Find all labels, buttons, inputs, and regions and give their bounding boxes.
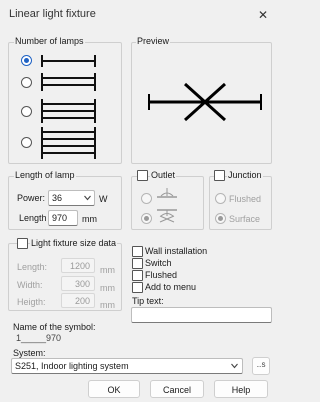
lamps-3-radio[interactable]: [21, 106, 32, 117]
wall-installation-label: Wall installation: [145, 246, 208, 256]
lamps-2-icon: [41, 73, 96, 91]
junction-surface-label: Surface: [229, 214, 261, 224]
tip-text-label: Tip text:: [132, 296, 164, 306]
size-length-unit: mm: [100, 265, 115, 275]
length-label: Length: [19, 213, 47, 223]
switch-checkbox[interactable]: [132, 258, 143, 269]
system-label: System:: [13, 348, 46, 358]
fixture-preview: [148, 82, 262, 122]
junction-group-label: Junction: [227, 170, 263, 180]
size-width-unit: mm: [100, 283, 115, 293]
size-height-input[interactable]: 200: [61, 293, 95, 308]
power-label: Power:: [17, 193, 46, 203]
power-unit: W: [99, 194, 108, 204]
power-value: 36: [52, 193, 63, 203]
junction-checkbox[interactable]: [214, 170, 225, 181]
chevron-down-icon: [84, 195, 91, 201]
lamps-1-icon: [41, 55, 96, 67]
ok-button[interactable]: OK: [88, 380, 140, 398]
system-select[interactable]: S251, Indoor lighting system: [11, 358, 243, 374]
length-input[interactable]: 970: [48, 210, 78, 226]
window-title: Linear light fixture: [9, 8, 96, 20]
size-width-label: Width:: [17, 280, 43, 290]
close-icon[interactable]: ✕: [253, 5, 273, 25]
wall-installation-checkbox[interactable]: [132, 246, 143, 257]
outlet-checkbox[interactable]: [137, 170, 148, 181]
lamps-1-radio[interactable]: [21, 55, 32, 66]
symbol-name-label: Name of the symbol:: [13, 322, 96, 332]
size-length-label: Length:: [17, 262, 48, 272]
outlet-option-1-radio[interactable]: [141, 193, 152, 204]
junction-surface-radio[interactable]: [215, 213, 226, 224]
lamps-3-icon: [41, 99, 96, 123]
flushed-checkbox[interactable]: [132, 270, 143, 281]
outlet-flushed-icon: [157, 188, 177, 198]
size-data-checkbox[interactable]: [17, 238, 28, 249]
power-select[interactable]: 36: [48, 190, 95, 206]
symbol-name-value: 1_____970: [16, 333, 62, 343]
lamps-4-icon: [41, 127, 96, 159]
switch-label: Switch: [145, 258, 172, 268]
add-to-menu-label: Add to menu: [145, 282, 197, 292]
length-unit: mm: [82, 214, 97, 224]
outlet-surface-icon: [157, 209, 177, 223]
size-group-label: Light fixture size data: [30, 238, 118, 248]
length-group-label: Length of lamp: [14, 170, 76, 180]
size-width-input[interactable]: 300: [61, 276, 95, 291]
size-length-input[interactable]: 1200: [61, 258, 95, 273]
flushed-label: Flushed: [145, 270, 178, 280]
outlet-option-2-radio[interactable]: [141, 213, 152, 224]
chevron-down-icon: [231, 363, 238, 369]
system-browse-button[interactable]: ...S: [252, 357, 270, 375]
system-value: S251, Indoor lighting system: [15, 361, 129, 371]
help-button[interactable]: Help: [214, 380, 268, 398]
lamps-4-radio[interactable]: [21, 137, 32, 148]
size-height-unit: mm: [100, 300, 115, 310]
lamps-group-label: Number of lamps: [14, 36, 85, 46]
add-to-menu-checkbox[interactable]: [132, 282, 143, 293]
preview-group-label: Preview: [136, 36, 171, 46]
lamps-2-radio[interactable]: [21, 77, 32, 88]
cancel-button[interactable]: Cancel: [150, 380, 204, 398]
junction-flushed-radio[interactable]: [215, 193, 226, 204]
outlet-group-label: Outlet: [150, 170, 177, 180]
junction-flushed-label: Flushed: [229, 194, 262, 204]
size-height-label: Heigth:: [17, 297, 46, 307]
system-browse-label: ...S: [256, 363, 266, 369]
tip-text-input[interactable]: [131, 307, 272, 323]
